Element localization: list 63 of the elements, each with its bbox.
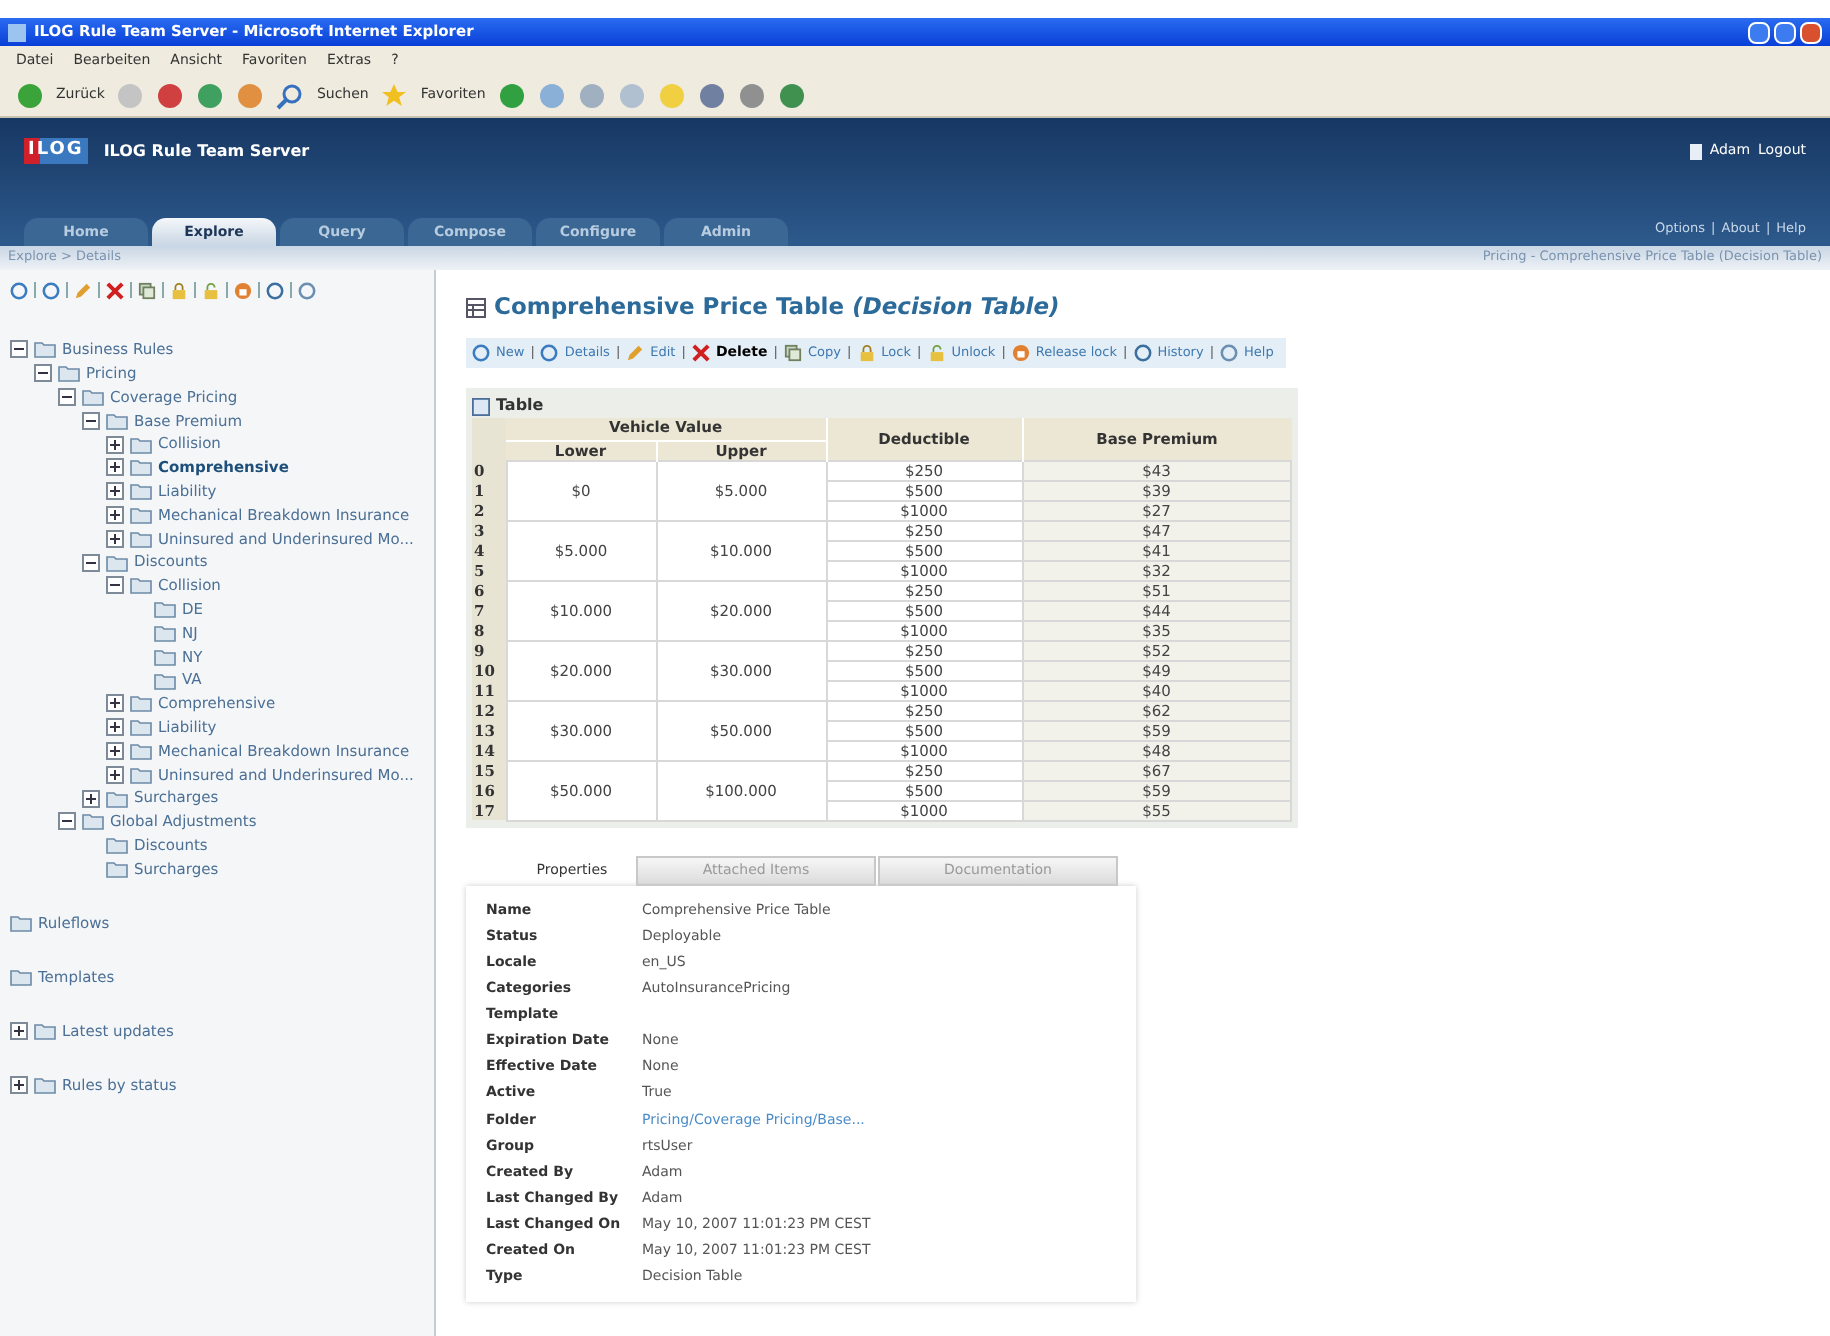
product-name: ILOG Rule Team Server [103, 139, 310, 163]
browser-icon [8, 23, 26, 41]
folder-icon [130, 694, 152, 713]
expand-icon[interactable] [106, 458, 124, 477]
close-icon [691, 344, 710, 362]
expand-icon[interactable] [82, 789, 100, 808]
folder-icon [106, 836, 128, 855]
page-title: Comprehensive Price Table (Decision Table) [494, 290, 1060, 325]
expand-icon[interactable] [106, 529, 124, 548]
close-icon [106, 281, 124, 299]
folder-icon [154, 647, 176, 666]
folder-icon [106, 411, 128, 430]
folder-icon [130, 505, 152, 524]
table-icon [472, 397, 490, 415]
expand-icon[interactable] [10, 1076, 28, 1095]
folder-icon [130, 576, 152, 595]
expand-icon[interactable] [106, 718, 124, 737]
close-button[interactable] [1800, 21, 1822, 43]
pencil-icon [74, 281, 92, 299]
minimize-button[interactable] [1748, 21, 1770, 43]
folder-icon [58, 364, 80, 383]
collapse-icon[interactable] [10, 340, 28, 359]
folder-icon [34, 340, 56, 359]
collapse-icon[interactable] [58, 812, 76, 831]
folder-icon [82, 812, 104, 831]
folder-icon [34, 1022, 56, 1041]
maximize-button[interactable] [1774, 21, 1796, 43]
collapse-icon[interactable] [82, 411, 100, 430]
folder-icon [154, 671, 176, 690]
expand-icon[interactable] [106, 482, 124, 501]
folder-icon [130, 718, 152, 737]
folder-icon [82, 387, 104, 406]
star-icon[interactable] [380, 81, 409, 109]
back-icon[interactable] [16, 81, 44, 109]
folder-icon [130, 482, 152, 501]
pencil-icon [626, 344, 645, 362]
expand-icon[interactable] [106, 765, 124, 784]
expand-icon[interactable] [106, 435, 124, 454]
folder-icon [130, 741, 152, 760]
expand-icon[interactable] [106, 694, 124, 713]
collapse-icon[interactable] [34, 364, 52, 383]
folder-icon [154, 600, 176, 619]
folder-icon [130, 458, 152, 477]
folder-icon [130, 529, 152, 548]
expand-icon[interactable] [106, 741, 124, 760]
panel-title: Table [496, 394, 544, 418]
collapse-icon[interactable] [82, 553, 100, 572]
folder-icon [106, 553, 128, 572]
copy-icon [783, 344, 802, 362]
folder-icon [106, 789, 128, 808]
copy-icon [138, 281, 156, 299]
folder-icon [10, 968, 32, 987]
folder-icon [34, 1076, 56, 1095]
folder-icon [154, 623, 176, 642]
folder-icon [130, 435, 152, 454]
table-icon [466, 298, 486, 318]
collapse-icon[interactable] [58, 387, 76, 406]
expand-icon[interactable] [106, 505, 124, 524]
folder-icon [10, 914, 32, 933]
collapse-icon[interactable] [106, 576, 124, 595]
folder-icon [130, 765, 152, 784]
folder-icon [106, 859, 128, 878]
expand-icon[interactable] [10, 1022, 28, 1041]
